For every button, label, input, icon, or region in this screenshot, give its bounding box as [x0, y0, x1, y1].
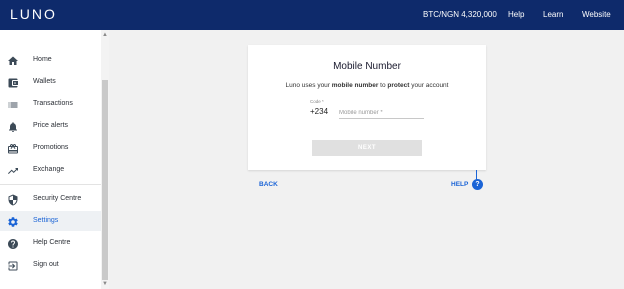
sidebar-item-sign-out[interactable]: Sign out — [0, 255, 101, 275]
trending-icon — [7, 164, 19, 176]
nav-website[interactable]: Website — [582, 0, 611, 30]
shield-icon — [7, 193, 19, 206]
sidebar-item-home[interactable]: Home — [0, 50, 101, 70]
page-title: Mobile Number — [333, 61, 401, 72]
sidebar-item-exchange[interactable]: Exchange — [0, 160, 101, 180]
help-link[interactable]: HELP ? — [450, 179, 490, 191]
home-icon — [7, 54, 19, 66]
sidebar-item-transactions[interactable]: Transactions — [0, 94, 101, 114]
help-icon — [7, 237, 19, 249]
sidebar-divider — [0, 184, 101, 185]
scroll-down-icon[interactable]: ▼ — [102, 281, 108, 287]
sidebar-item-label: Home — [33, 56, 52, 63]
sidebar-item-label: Sign out — [33, 261, 59, 268]
sidebar-item-label: Price alerts — [33, 122, 69, 129]
subtitle-bold-protect: protect — [387, 82, 410, 89]
back-link[interactable]: BACK — [259, 181, 278, 188]
scroll-up-icon[interactable]: ▲ — [102, 32, 108, 38]
sidebar-item-promotions[interactable]: Promotions — [0, 138, 101, 158]
top-bar: LUNO BTC/NGN 4,320,000 Help Learn Websit… — [0, 0, 624, 30]
sidebar: Home Wallets Transactions Price alerts P… — [0, 30, 101, 289]
sidebar-scrollbar[interactable]: ▲ ▼ — [101, 30, 109, 289]
price-ticker[interactable]: BTC/NGN 4,320,000 — [423, 0, 497, 30]
help-label: HELP — [451, 181, 469, 188]
sidebar-item-label: Transactions — [33, 100, 73, 107]
sidebar-item-settings[interactable]: Settings — [0, 211, 101, 231]
bell-icon — [7, 120, 19, 132]
signout-icon — [7, 259, 19, 271]
nav-help[interactable]: Help — [508, 0, 524, 30]
luno-logo[interactable]: LUNO — [10, 6, 57, 22]
sidebar-item-price-alerts[interactable]: Price alerts — [0, 116, 101, 136]
sidebar-item-security-centre[interactable]: Security Centre — [0, 189, 101, 209]
sidebar-item-label: Promotions — [33, 144, 69, 151]
gift-icon — [7, 142, 19, 154]
help-icon: ? — [472, 179, 483, 190]
country-code-select[interactable]: +234 — [310, 107, 328, 116]
wallet-icon — [7, 76, 19, 88]
sidebar-item-label: Wallets — [33, 78, 56, 85]
subtitle-text: your account — [409, 82, 449, 89]
list-icon — [7, 98, 19, 110]
code-label: Code * — [310, 99, 324, 104]
nav-learn[interactable]: Learn — [543, 0, 563, 30]
subtitle-bold-mobile: mobile number — [331, 82, 379, 89]
subtitle-text: Luno uses your — [285, 82, 332, 89]
sidebar-item-label: Help Centre — [33, 239, 71, 246]
sidebar-item-wallets[interactable]: Wallets — [0, 72, 101, 92]
gear-icon — [7, 215, 19, 227]
sidebar-item-label: Settings — [33, 217, 59, 224]
sidebar-item-label: Security Centre — [33, 195, 82, 202]
sidebar-item-help-centre[interactable]: Help Centre — [0, 233, 101, 253]
next-button[interactable]: NEXT — [312, 140, 422, 156]
card-subtitle: Luno uses your mobile number to protect … — [248, 82, 486, 89]
mobile-number-card: Mobile Number Luno uses your mobile numb… — [248, 45, 486, 170]
sidebar-item-label: Exchange — [33, 166, 65, 173]
scroll-thumb[interactable] — [102, 80, 108, 280]
mobile-number-input[interactable] — [339, 105, 424, 119]
